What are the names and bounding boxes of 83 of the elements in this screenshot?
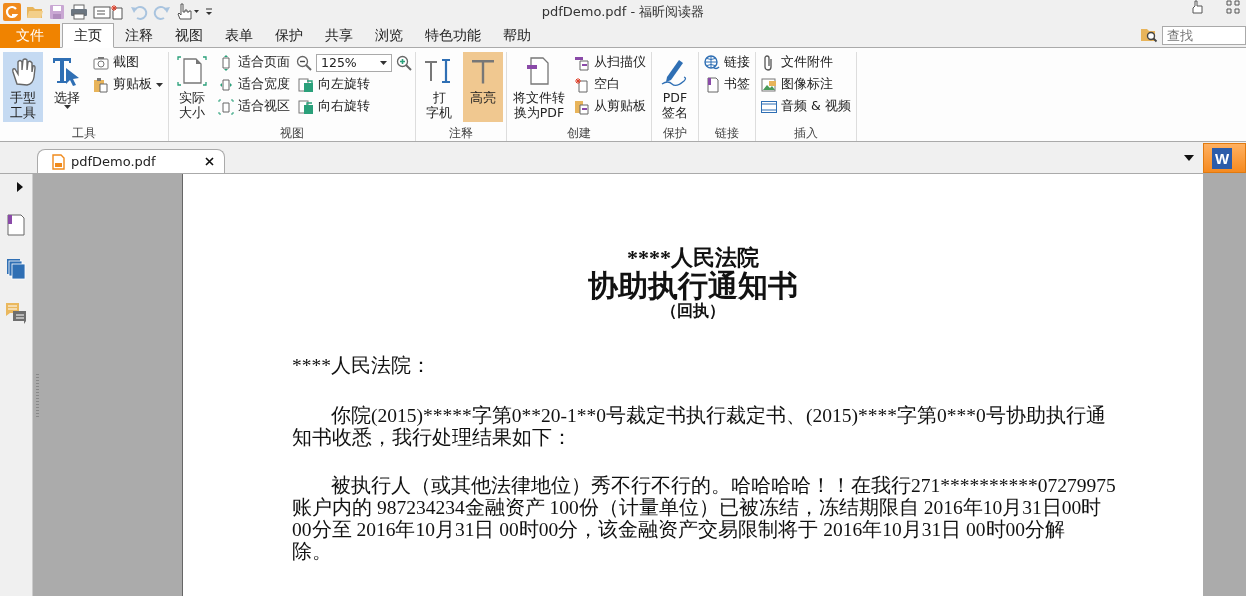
ribbon-button[interactable]: 向左旋转 bbox=[296, 75, 412, 94]
scanner-icon bbox=[574, 54, 590, 71]
ribbon-button[interactable]: PDF 签名 bbox=[655, 52, 695, 122]
globe-icon bbox=[704, 54, 720, 71]
group-label: 视图 bbox=[279, 125, 305, 141]
pages-icon[interactable] bbox=[6, 258, 26, 280]
window-title: pdfDemo.pdf - 福昕阅读器 bbox=[541, 2, 705, 21]
ribbon-button[interactable]: 打 字机 bbox=[419, 52, 459, 122]
search-field[interactable]: 查找 bbox=[1162, 26, 1246, 45]
bookmark-icon bbox=[704, 76, 720, 93]
hand-pointer-icon[interactable] bbox=[176, 2, 200, 21]
word-button[interactable]: W bbox=[1203, 143, 1246, 173]
expand-arrow-icon[interactable] bbox=[17, 182, 23, 192]
pdf-file-icon bbox=[52, 153, 65, 170]
comments-icon[interactable] bbox=[5, 302, 27, 324]
app-logo-icon[interactable] bbox=[3, 2, 21, 21]
ribbon-button[interactable]: 从扫描仪 bbox=[572, 53, 648, 72]
bookmark-page-icon[interactable] bbox=[7, 214, 25, 236]
salutation: ****人民法院： bbox=[292, 354, 432, 378]
ribbon-tab[interactable]: 视图 bbox=[164, 24, 214, 48]
document-title: 协助执行通知书 bbox=[588, 270, 798, 302]
ribbon-button[interactable]: 截图 bbox=[91, 53, 165, 72]
email-icon[interactable] bbox=[93, 3, 125, 20]
ribbon-button[interactable]: 向右旋转 bbox=[296, 97, 412, 116]
fit-width-icon bbox=[218, 76, 234, 93]
ribbon-button[interactable]: 图像标注 bbox=[759, 75, 853, 94]
ribbon-tab[interactable]: 浏览 bbox=[364, 24, 414, 48]
close-icon[interactable] bbox=[205, 157, 214, 166]
print-icon[interactable] bbox=[70, 3, 88, 20]
folder-search-icon[interactable] bbox=[1140, 27, 1158, 43]
ribbon-button[interactable]: 手型 工具 bbox=[3, 52, 43, 122]
paragraph: 你院(2015)*****字第0**20-1**0号裁定书执行裁定书、(2015)****字第0***0号协助执行通 知书收悉，我行处理结果如下： bbox=[292, 405, 1107, 449]
group-label: 保护 bbox=[662, 125, 688, 141]
ribbon-tab[interactable]: 共享 bbox=[314, 24, 364, 48]
ribbon-tab[interactable]: 特色功能 bbox=[414, 24, 492, 48]
group-label: 注释 bbox=[448, 125, 474, 141]
save-icon[interactable] bbox=[49, 3, 65, 20]
ribbon-button[interactable]: 适合宽度 bbox=[216, 75, 292, 94]
clipboard-icon bbox=[574, 98, 590, 115]
blank-page-icon bbox=[574, 76, 590, 93]
ribbon-button[interactable]: 实际 大小 bbox=[172, 52, 212, 122]
zoom-dropdown[interactable]: 125% bbox=[316, 53, 392, 72]
clipboard-icon bbox=[93, 76, 109, 93]
ribbon-button[interactable]: 剪贴板 bbox=[91, 75, 165, 94]
zoom-out-icon[interactable] bbox=[296, 54, 312, 71]
ribbon-tab[interactable]: 帮助 bbox=[492, 24, 542, 48]
film-icon bbox=[761, 98, 777, 115]
ribbon-tab[interactable]: 注释 bbox=[114, 24, 164, 48]
zoom-in-icon[interactable] bbox=[396, 54, 412, 71]
ribbon-button[interactable]: 从剪贴板 bbox=[572, 97, 648, 116]
group-label: 链接 bbox=[714, 125, 740, 141]
ribbon-button[interactable]: 音频 & 视频 bbox=[759, 97, 853, 116]
rotate-right-icon bbox=[298, 98, 314, 115]
document-subtitle: （回执） bbox=[661, 302, 725, 320]
ribbon-button[interactable]: 高亮 bbox=[463, 52, 503, 122]
ribbon-button[interactable]: 文件附件 bbox=[759, 53, 853, 72]
group-label: 工具 bbox=[71, 125, 97, 141]
caret-icon bbox=[380, 60, 387, 65]
ribbon-button[interactable]: 链接 bbox=[702, 53, 752, 72]
splitter-handle[interactable] bbox=[36, 374, 39, 418]
paragraph: 被执行人（或其他法律地位）秀不行不行的。哈哈哈哈！！在我行271**********07279975 账户内的 987234234金融资产 100份（计量单位）已被冻结，冻结期限自 2016年10月31日00时 00分至 2016年10月31日 00时00分，该金融资产交易限制将于 2016年10月31日 00时00分解 除。 bbox=[292, 475, 1117, 563]
customize-caret-icon[interactable] bbox=[205, 6, 213, 17]
ribbon-button[interactable]: 将文件转 换为PDF bbox=[510, 52, 568, 122]
group-label: 插入 bbox=[792, 125, 819, 141]
ribbon-button[interactable]: 空白 bbox=[572, 75, 648, 94]
ribbon-button[interactable]: 选择 bbox=[47, 52, 87, 122]
ribbon-tab[interactable]: 表单 bbox=[214, 24, 264, 48]
group-label: 创建 bbox=[566, 125, 592, 141]
ribbon-button[interactable]: 适合页面 bbox=[216, 53, 292, 72]
fit-area-icon bbox=[218, 98, 234, 115]
image-icon bbox=[761, 76, 777, 93]
fullscreen-icon[interactable] bbox=[1226, 0, 1240, 14]
ribbon-tab[interactable]: 主页 bbox=[62, 23, 114, 48]
document-heading: ****人民法院 bbox=[627, 246, 759, 270]
camera-icon bbox=[93, 54, 109, 71]
ribbon-button[interactable]: 书签 bbox=[702, 75, 752, 94]
document-tab[interactable]: pdfDemo.pdf bbox=[37, 149, 225, 173]
ribbon-tab[interactable]: 保护 bbox=[264, 24, 314, 48]
ribbon-button[interactable]: 适合视区 bbox=[216, 97, 292, 116]
rotate-left-icon bbox=[298, 76, 314, 93]
touch-icon[interactable] bbox=[1190, 0, 1204, 14]
page-icon bbox=[176, 55, 208, 87]
tab-list-caret-icon[interactable] bbox=[1184, 154, 1194, 161]
